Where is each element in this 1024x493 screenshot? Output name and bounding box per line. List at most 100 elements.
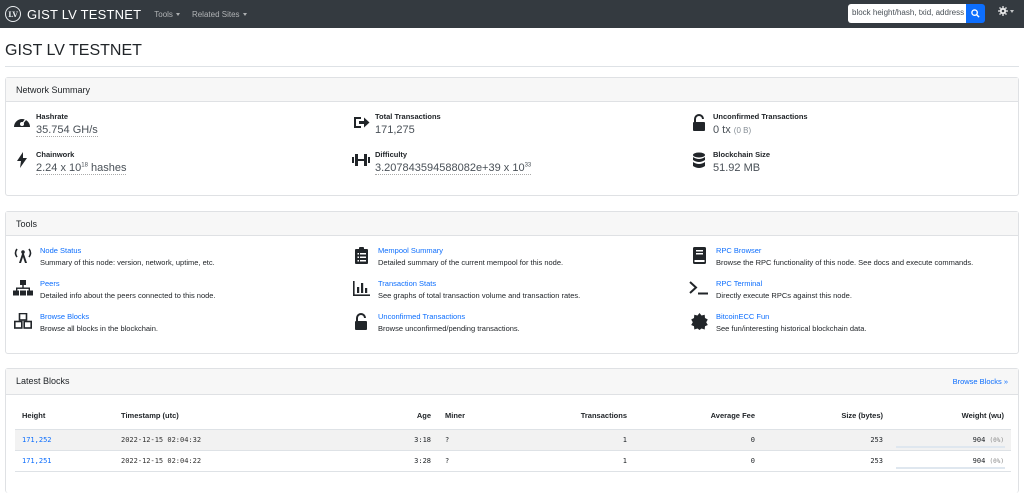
tool-title-link[interactable]: RPC Browser <box>716 246 973 255</box>
brand-link[interactable]: LV GIST LV TESTNET <box>5 6 141 22</box>
col-height: Height <box>15 403 114 430</box>
brand-name: GIST LV TESTNET <box>27 6 142 22</box>
settings-menu[interactable] <box>998 6 1014 16</box>
unconfirmed-transactions-stat: Unconfirmed Transactions 0 tx (0 B) <box>689 112 808 136</box>
latest-blocks-title: Latest Blocks <box>16 376 70 386</box>
weight-progress-bar <box>896 467 1005 469</box>
block-height-link[interactable]: 171,252 <box>15 429 114 451</box>
tool-browse-blocks: Browse Blocks Browse all blocks in the b… <box>12 312 158 333</box>
block-average-fee: 0 <box>634 450 762 472</box>
tool-peers: Peers Detailed info about the peers conn… <box>12 279 216 300</box>
table-row: 171,252 2022-12-15 02:04:32 3:18 ? 1 0 2… <box>15 429 1011 451</box>
cubes-icon <box>12 312 34 330</box>
block-age: 3:18 <box>294 429 438 451</box>
col-average-fee: Average Fee <box>634 403 762 430</box>
page-title: GIST LV TESTNET <box>5 42 142 59</box>
block-size: 253 <box>762 450 890 472</box>
block-weight: 904 (0%) <box>890 450 1011 472</box>
hashrate-label: Hashrate <box>36 112 69 121</box>
chainwork-value[interactable]: 2.24 x 1018 hashes <box>36 162 127 175</box>
tool-title-link[interactable]: Transaction Stats <box>378 279 580 288</box>
sitemap-icon <box>12 279 34 297</box>
total-transactions-stat: Total Transactions 171,275 <box>351 112 441 136</box>
gear-icon <box>998 6 1008 16</box>
tool-title-link[interactable]: Unconfirmed Transactions <box>378 312 520 321</box>
block-timestamp: 2022-12-15 02:04:22 <box>114 450 294 472</box>
related-sites-menu[interactable]: Related Sites <box>192 10 247 19</box>
terminal-icon <box>688 279 710 297</box>
chart-bar-icon <box>350 279 372 297</box>
latest-blocks-card: Latest Blocks Browse Blocks » Height Tim… <box>5 368 1019 493</box>
hashrate-value[interactable]: 35.754 GH/s <box>36 124 98 137</box>
tool-description: Detailed summary of the current mempool … <box>378 258 564 267</box>
difficulty-base: 3.207843594588082e+39 x 10 <box>375 162 525 174</box>
block-miner: ? <box>438 429 528 451</box>
chainwork-exponent: 18 <box>81 162 88 169</box>
difficulty-value[interactable]: 3.207843594588082e+39 x 1033 <box>375 162 532 175</box>
clipboard-list-icon <box>350 246 372 264</box>
block-weight-value: 904 <box>972 456 986 465</box>
tool-description: See graphs of total transaction volume a… <box>378 291 581 300</box>
tool-title-link[interactable]: Node Status <box>40 246 215 255</box>
block-miner: ? <box>438 450 528 472</box>
tool-unconfirmed-transactions: Unconfirmed Transactions Browse unconfir… <box>350 312 520 333</box>
unconfirmed-count: 0 tx <box>713 124 731 136</box>
search-input[interactable]: block height/hash, txid, address <box>848 4 966 23</box>
block-weight-percent: (0%) <box>989 436 1004 444</box>
related-sites-menu-label: Related Sites <box>191 9 240 19</box>
gauge-icon <box>12 112 32 132</box>
database-icon <box>689 150 709 170</box>
unlock-icon <box>350 312 372 330</box>
tool-title-link[interactable]: Peers <box>40 279 216 288</box>
tool-title-link[interactable]: RPC Terminal <box>716 279 852 288</box>
unconfirmed-size: (0 B) <box>733 126 752 135</box>
unconfirmed-transactions-label: Unconfirmed Transactions <box>713 112 808 121</box>
total-transactions-label: Total Transactions <box>375 112 441 121</box>
top-navbar: LV GIST LV TESTNET Tools Related Sites b… <box>0 0 1024 28</box>
tools-header: Tools <box>6 212 1018 236</box>
tools-card: Tools Node Status Summary of this node: … <box>5 211 1019 354</box>
tool-title-link[interactable]: Browse Blocks <box>40 312 158 321</box>
tool-description: See fun/interesting historical blockchai… <box>716 324 867 333</box>
caret-down-icon <box>242 12 247 16</box>
tool-title-link[interactable]: BitcoinECC Fun <box>716 312 867 321</box>
tool-description: Directly execute RPCs against this node. <box>716 291 852 300</box>
col-miner: Miner <box>438 403 528 430</box>
tool-description: Summary of this node: version, network, … <box>40 258 215 267</box>
browse-blocks-link[interactable]: Browse Blocks » <box>953 377 1008 386</box>
tool-rpc-terminal: RPC Terminal Directly execute RPCs again… <box>688 279 852 300</box>
network-summary-card: Network Summary Hashrate 35.754 GH/s Cha… <box>5 77 1019 196</box>
latest-blocks-header: Latest Blocks Browse Blocks » <box>6 369 1018 395</box>
unlock-icon <box>689 112 709 132</box>
divider <box>5 66 1019 67</box>
col-timestamp: Timestamp (utc) <box>114 403 294 430</box>
block-transactions: 1 <box>528 429 634 451</box>
search-button[interactable] <box>966 4 985 23</box>
caret-down-icon <box>175 12 180 16</box>
tool-title-link[interactable]: Mempool Summary <box>378 246 563 255</box>
tool-fun: BitcoinECC Fun See fun/interesting histo… <box>688 312 867 333</box>
block-weight-percent: (0%) <box>989 457 1004 465</box>
table-row: 171,251 2022-12-15 02:04:22 3:28 ? 1 0 2… <box>15 450 1011 472</box>
col-size: Size (bytes) <box>762 403 890 430</box>
block-height-link[interactable]: 171,251 <box>15 450 114 472</box>
chainwork-label: Chainwork <box>36 150 75 159</box>
share-arrow-icon <box>351 112 371 132</box>
tools-menu-label: Tools <box>154 9 173 19</box>
block-size: 253 <box>762 429 890 451</box>
chainwork-stat: Chainwork 2.24 x 1018 hashes <box>12 150 127 175</box>
tool-transaction-stats: Transaction Stats See graphs of total tr… <box>350 279 580 300</box>
difficulty-stat: Difficulty 3.207843594588082e+39 x 1033 <box>351 150 532 175</box>
difficulty-exponent: 33 <box>524 162 532 169</box>
bolt-icon <box>12 150 32 170</box>
tool-description: Browse the RPC functionality of this nod… <box>716 258 974 267</box>
broadcast-tower-icon <box>12 246 34 264</box>
tools-menu[interactable]: Tools <box>154 10 180 19</box>
block-age: 3:28 <box>294 450 438 472</box>
logo-icon: LV <box>5 6 21 22</box>
blockchain-size-label: Blockchain Size <box>713 150 771 159</box>
network-summary-header: Network Summary <box>6 78 1018 102</box>
tool-description: Browse unconfirmed/pending transactions. <box>378 324 520 333</box>
total-transactions-value: 171,275 <box>375 124 415 136</box>
tool-node-status: Node Status Summary of this node: versio… <box>12 246 215 267</box>
